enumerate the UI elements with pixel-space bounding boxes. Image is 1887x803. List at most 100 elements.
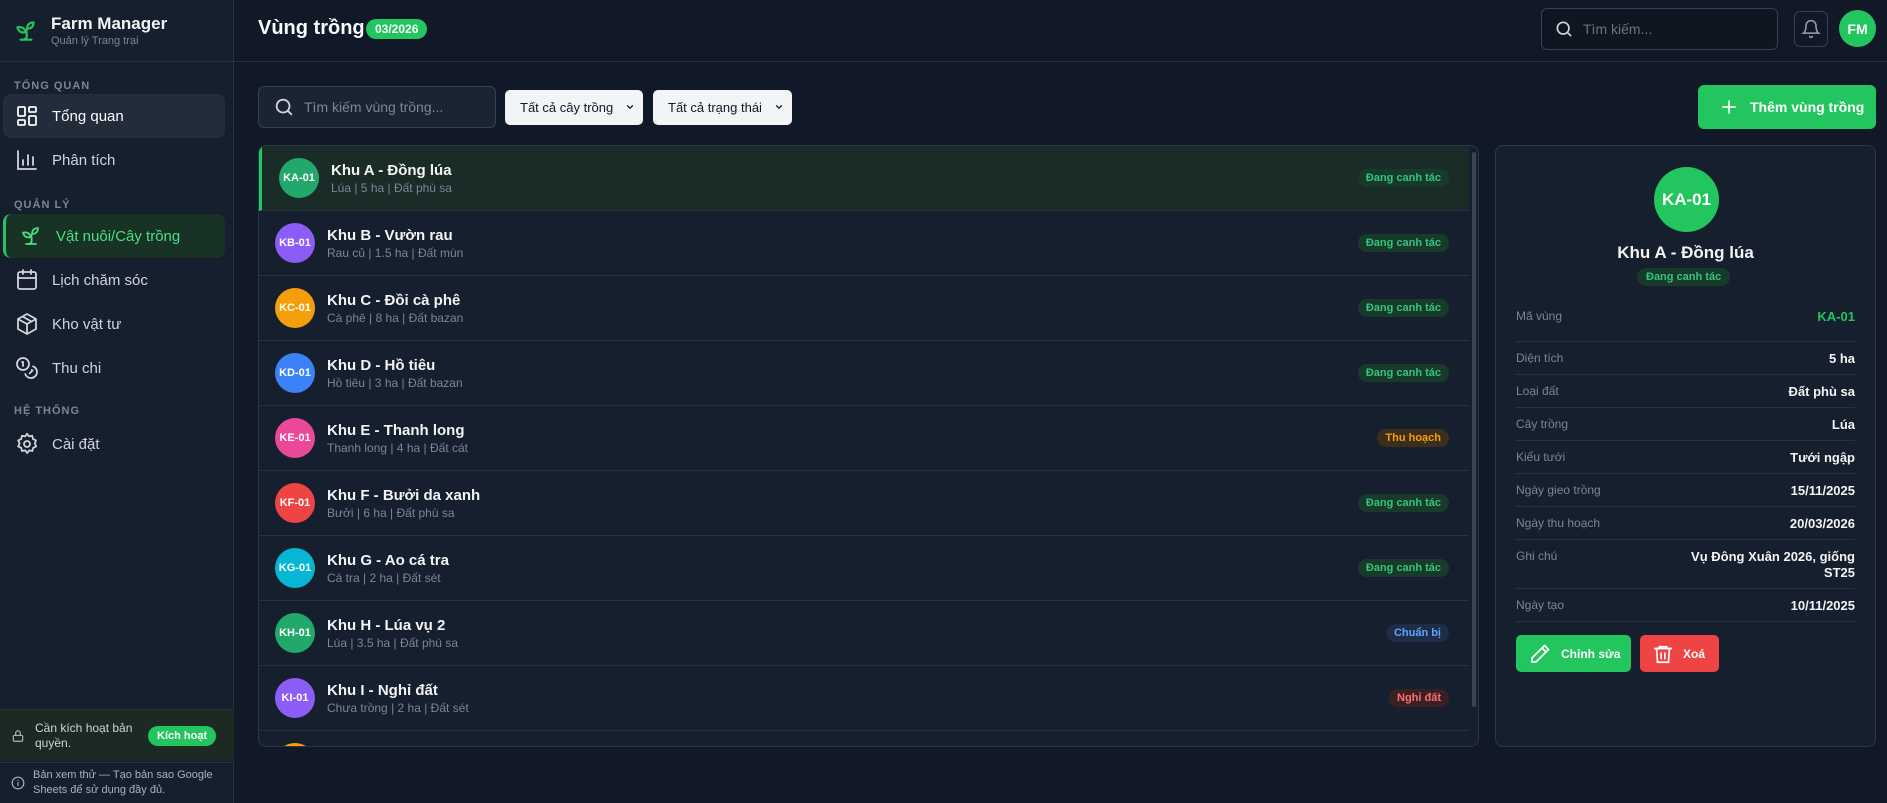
- sidebar-item-finance[interactable]: Thu chi: [3, 346, 225, 390]
- zone-info: Rau củ | 1.5 ha | Đất mùn: [327, 245, 464, 260]
- zone-avatar: KE-01: [275, 418, 315, 458]
- zone-name: Khu D - Hồ tiêu: [327, 356, 436, 374]
- zone-row[interactable]: KC-01 Khu C - Đồi cà phê Cà phê | 8 ha | …: [259, 276, 1469, 341]
- field-value: 5 ha: [1828, 351, 1855, 366]
- zone-avatar: KA-01: [279, 158, 319, 198]
- zone-avatar: KI-01: [275, 678, 315, 718]
- status-badge: Chuẩn bị: [1385, 624, 1449, 642]
- zone-row[interactable]: KE-01 Khu E - Thanh long Thanh long | 4 h…: [259, 406, 1469, 471]
- add-zone-label: Thêm vùng trồng: [1750, 99, 1865, 115]
- sidebar-item-crops[interactable]: Vật nuôi/Cây trồng: [3, 214, 225, 258]
- detail-status-badge: Đang canh tác: [1637, 268, 1731, 286]
- detail-avatar: KA-01: [1654, 167, 1719, 232]
- status-badge: Đang canh tác: [1357, 494, 1449, 512]
- zone-name: Khu H - Lúa vụ 2: [327, 616, 446, 634]
- zone-row[interactable]: KD-01 Khu D - Hồ tiêu Hồ tiêu | 3 ha | Đấ…: [259, 341, 1469, 406]
- brand: Farm Manager Quản lý Trang trại: [0, 0, 233, 62]
- crop-filter-value: Tất cả cây trồng: [520, 100, 614, 115]
- gear-icon: [15, 432, 39, 456]
- calendar-icon: [15, 268, 39, 292]
- zone-avatar: KF-01: [275, 483, 315, 523]
- zone-info: Cà phê | 8 ha | Đất bazan: [327, 310, 464, 325]
- detail-field-notes: Ghi chú Vụ Đông Xuân 2026, giống ST25: [1516, 540, 1855, 589]
- zone-row[interactable]: KF-01 Khu F - Bưởi da xanh Bưởi | 6 ha | …: [259, 471, 1469, 536]
- page-title: Vùng trồng: [258, 17, 365, 39]
- field-label: Ngày tạo: [1516, 598, 1565, 612]
- bar-chart-icon: [15, 148, 39, 172]
- status-filter-value: Tất cả trạng thái: [668, 100, 762, 115]
- zone-row[interactable]: KA-01 Khu A - Đồng lúa Lúa | 5 ha | Đất p…: [259, 146, 1469, 211]
- zone-name: Khu B - Vườn rau: [327, 226, 453, 244]
- zone-name: Khu G - Ao cá tra: [327, 551, 449, 569]
- field-value: 15/11/2025: [1790, 483, 1855, 498]
- zone-row[interactable]: KI-01 Khu I - Nghỉ đất Chưa trồng | 2 ha …: [259, 666, 1469, 731]
- field-label: Ngày thu hoạch: [1516, 516, 1601, 530]
- coins-icon: [15, 356, 39, 380]
- edit-label: Chỉnh sửa: [1561, 646, 1621, 661]
- period-badge[interactable]: 03/2026: [366, 19, 428, 39]
- detail-title: Khu A - Đồng lúa: [1617, 243, 1754, 262]
- add-zone-button[interactable]: Thêm vùng trồng: [1698, 85, 1876, 129]
- sprout-logo-icon: [13, 18, 39, 44]
- zone-row[interactable]: [259, 731, 1469, 746]
- list-scrollbar[interactable]: [1472, 152, 1476, 707]
- app-title: Farm Manager: [51, 14, 168, 33]
- zone-row[interactable]: KB-01 Khu B - Vườn rau Rau củ | 1.5 ha | …: [259, 211, 1469, 276]
- detail-field-soil: Loại đất Đất phù sa: [1516, 375, 1855, 408]
- zone-row[interactable]: KG-01 Khu G - Ao cá tra Cá tra | 2 ha | Đ…: [259, 536, 1469, 601]
- sidebar-item-label: Cài đặt: [52, 435, 100, 453]
- status-badge: Đang canh tác: [1357, 234, 1449, 252]
- zone-avatar: [275, 743, 315, 746]
- field-value: KA-01: [1817, 309, 1855, 324]
- status-badge: Đang canh tác: [1357, 299, 1449, 317]
- detail-field-crop: Cây trồng Lúa: [1516, 408, 1855, 441]
- zone-info: Chưa trồng | 2 ha | Đất sét: [327, 700, 469, 715]
- sidebar-item-inventory[interactable]: Kho vật tư: [3, 302, 225, 346]
- zone-avatar: KH-01: [275, 613, 315, 653]
- status-filter-select[interactable]: Tất cả trạng thái: [653, 90, 792, 125]
- zone-row[interactable]: KH-01 Khu H - Lúa vụ 2 Lúa | 3.5 ha | Đất…: [259, 601, 1469, 666]
- trial-text: Bản xem thử — Tạo bản sao Google Sheets …: [33, 769, 213, 796]
- field-label: Cây trồng: [1516, 417, 1569, 431]
- sidebar-item-care-schedule[interactable]: Lịch chăm sóc: [3, 258, 225, 302]
- sidebar-item-label: Phân tích: [52, 151, 116, 169]
- chevron-down-icon: [774, 102, 784, 112]
- search-placeholder: Tìm kiếm vùng trồng...: [304, 99, 444, 115]
- global-search-input[interactable]: Tìm kiếm...: [1541, 8, 1778, 50]
- field-label: Ghi chú: [1516, 549, 1558, 563]
- section-label-manage: QUẢN LÝ: [14, 199, 71, 211]
- activate-button[interactable]: Kích hoạt: [148, 725, 217, 746]
- sidebar-item-overview[interactable]: Tổng quan: [3, 94, 225, 138]
- zone-info: Lúa | 3.5 ha | Đất phù sa: [327, 635, 458, 650]
- status-badge: Nghỉ đất: [1389, 689, 1449, 707]
- search-icon: [273, 96, 295, 118]
- trial-banner: Bản xem thử — Tạo bản sao Google Sheets …: [0, 762, 234, 803]
- box-icon: [15, 312, 39, 336]
- detail-field-code: Mã vùng KA-01: [1516, 309, 1855, 342]
- notifications-button[interactable]: [1794, 11, 1828, 47]
- info-icon: [11, 776, 25, 790]
- field-value: Đất phù sa: [1788, 384, 1855, 399]
- status-badge: Đang canh tác: [1357, 364, 1449, 382]
- zone-avatar: KC-01: [275, 288, 315, 328]
- zone-info: Hồ tiêu | 3 ha | Đất bazan: [327, 375, 463, 390]
- sidebar: Farm Manager Quản lý Trang trại TỔNG QUA…: [0, 0, 234, 803]
- status-badge: Đang canh tác: [1357, 169, 1449, 187]
- field-value: Tưới ngập: [1790, 450, 1855, 465]
- zone-name: Khu C - Đồi cà phê: [327, 291, 461, 309]
- app-subtitle: Quản lý Trang trại: [51, 35, 139, 47]
- crop-filter-select[interactable]: Tất cả cây trồng: [505, 90, 643, 125]
- sidebar-item-settings[interactable]: Cài đặt: [3, 422, 225, 466]
- sidebar-item-analytics[interactable]: Phân tích: [3, 138, 225, 182]
- dashboard-icon: [15, 104, 39, 128]
- search-icon: [1554, 19, 1574, 39]
- zone-info: Thanh long | 4 ha | Đất cát: [327, 440, 468, 455]
- sidebar-item-label: Vật nuôi/Cây trồng: [56, 227, 181, 245]
- delete-button[interactable]: Xoá: [1640, 635, 1719, 672]
- trash-icon: [1652, 643, 1674, 665]
- avatar[interactable]: FM: [1839, 10, 1876, 47]
- sidebar-item-label: Lịch chăm sóc: [52, 271, 148, 289]
- edit-button[interactable]: Chỉnh sửa: [1516, 635, 1631, 672]
- zone-name: Khu E - Thanh long: [327, 421, 465, 439]
- zone-search-input[interactable]: Tìm kiếm vùng trồng...: [258, 86, 496, 128]
